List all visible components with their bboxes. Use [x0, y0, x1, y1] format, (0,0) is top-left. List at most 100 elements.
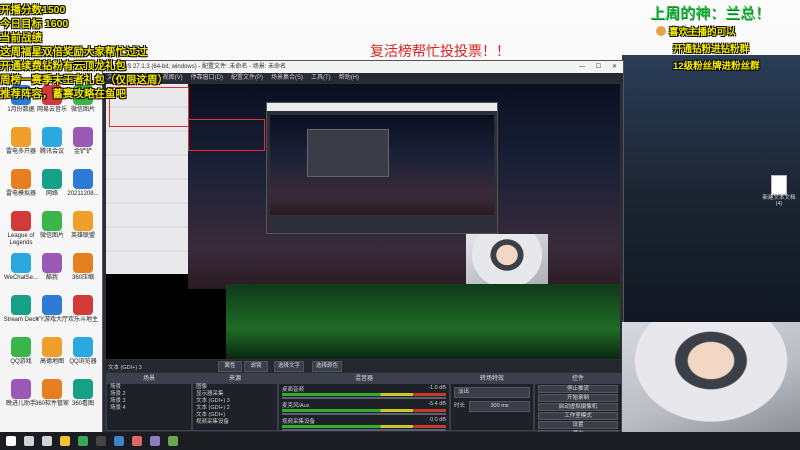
app-icon: [73, 295, 93, 315]
properties-button[interactable]: 属性: [218, 361, 242, 372]
fan-note-3: 12级粉丝牌进粉丝群: [673, 61, 760, 72]
shiba-icon: [656, 26, 666, 36]
search-icon[interactable]: [24, 436, 34, 446]
obs-titlebar[interactable]: OBS 27.1.3 (64-bit, windows) - 配置文件: 未命名…: [103, 61, 623, 73]
volume-slider[interactable]: [282, 413, 446, 415]
app-icon: [42, 211, 62, 231]
desktop-icon[interactable]: 欢乐斗地主: [65, 295, 101, 324]
source-item[interactable]: 视频采集设备: [193, 419, 277, 426]
volume-meter: [282, 409, 446, 412]
start-recording-button[interactable]: 开始录制: [538, 394, 618, 402]
desktop-icon-label: 金铲铲: [73, 149, 92, 155]
desktop-icon-label: 英雄联盟: [70, 233, 95, 239]
volume-slider[interactable]: [282, 397, 446, 399]
minimize-icon[interactable]: —: [579, 61, 585, 73]
transitions-header: 转场特效: [451, 374, 533, 384]
source-toolbar: 文本 (GDI+) 3 属性 滤镜 选择文字 选择颜色: [106, 360, 620, 372]
app-icon: [11, 295, 31, 315]
mixer-track-db: -1.0 dB: [428, 385, 446, 391]
mixer-track: 麦克风/Aux -5.4 dB: [279, 400, 449, 416]
source-item[interactable]: 文本 (GDI+) 2: [193, 405, 277, 412]
menu-item[interactable]: 工具(T): [311, 75, 331, 81]
source-item[interactable]: 图像: [193, 384, 277, 391]
preview-grass: [226, 284, 620, 359]
scene-item[interactable]: 场景 2: [107, 391, 191, 398]
duration-input[interactable]: 300 ms: [469, 401, 530, 412]
desktop-icon[interactable]: 360压缩: [65, 253, 101, 282]
overlay-line: 周榜一赛季末王者礼包（仅限这周）: [0, 74, 168, 86]
task-view-icon[interactable]: [42, 436, 52, 446]
mixer-track: 桌面音频 -1.0 dB: [279, 384, 449, 400]
mixer-track-name: 桌面音频: [282, 387, 305, 393]
menu-item[interactable]: 停靠窗口(D): [191, 75, 223, 81]
chrome-icon[interactable]: [78, 436, 88, 446]
scene-item[interactable]: 场景 4: [107, 405, 191, 412]
vote-banner: 复活榜帮忙投投票！！: [370, 44, 510, 60]
app-icon: [42, 127, 62, 147]
app-icon: [11, 211, 31, 231]
select-color-button[interactable]: 选择颜色: [312, 361, 342, 372]
app-icon: [42, 295, 62, 315]
app-icon: [11, 379, 31, 399]
app-icon[interactable]: [114, 436, 124, 446]
app-icon: [42, 379, 62, 399]
overlay-line: 今日目标 1600: [0, 18, 69, 30]
app-icon[interactable]: [132, 436, 142, 446]
app-icon: [73, 211, 93, 231]
stop-streaming-button[interactable]: 停止推流: [538, 385, 618, 393]
controls-dock: 控件 停止推流开始录制启动虚拟摄像机工作室模式设置退出: [534, 373, 622, 438]
app-icon: [11, 169, 31, 189]
obs-icon[interactable]: [96, 436, 106, 446]
fan-note-2: 开通钻粉进钻粉群: [673, 44, 750, 55]
obs-window[interactable]: OBS 27.1.3 (64-bit, windows) - 配置文件: 未命名…: [102, 60, 624, 438]
virtual-camera-button[interactable]: 启动虚拟摄像机: [538, 403, 618, 411]
app-icon: [73, 379, 93, 399]
desktop-icon[interactable]: 英雄联盟: [65, 211, 101, 240]
studio-mode-button[interactable]: 工作室模式: [538, 412, 618, 420]
desktop-file-icon[interactable]: 新建文本文档 (4): [762, 175, 796, 207]
desktop-icon[interactable]: 360看图: [65, 379, 101, 408]
mixer-track: 视频采集设备 0.0 dB: [279, 416, 449, 432]
preview-overlay-frame-2: [188, 119, 265, 151]
obs-preview[interactable]: [106, 84, 620, 359]
source-item[interactable]: 显示器采集: [193, 391, 277, 398]
menu-item[interactable]: 场景集合(S): [271, 75, 303, 81]
transition-select[interactable]: 淡出: [454, 387, 530, 398]
app-icon[interactable]: [168, 436, 178, 446]
source-item[interactable]: 文本 (GDI+): [193, 412, 277, 419]
transitions-dock: 转场特效 淡出 时长 300 ms: [450, 373, 534, 431]
desktop-file-label: 新建文本文档 (4): [762, 195, 796, 208]
volume-slider[interactable]: [282, 429, 446, 431]
scene-item[interactable]: 场景: [107, 384, 191, 391]
menu-item[interactable]: 配置文件(P): [231, 75, 263, 81]
app-icon[interactable]: [150, 436, 160, 446]
overlay-line: 当前战绩: [0, 32, 42, 44]
app-icon: [42, 169, 62, 189]
sources-dock: 来源 图像 显示器采集 文本 (GDI+) 3 文本 (GDI+) 2 文本 (GDI+…: [192, 373, 278, 431]
mixer-track-db: 0.0 dB: [430, 417, 446, 423]
desktop-icon[interactable]: 金铲铲: [65, 127, 101, 156]
menu-item[interactable]: 帮助(H): [339, 75, 359, 81]
volume-meter: [282, 425, 446, 428]
desktop-icon[interactable]: 20211208...: [65, 169, 101, 198]
mixer-header: 混音器: [279, 374, 449, 384]
explorer-icon[interactable]: [60, 436, 70, 446]
filters-button[interactable]: 滤镜: [244, 361, 268, 372]
maximize-icon[interactable]: ☐: [596, 61, 601, 73]
scene-item[interactable]: 场景 3: [107, 398, 191, 405]
close-icon[interactable]: ✕: [612, 61, 617, 73]
settings-button[interactable]: 设置: [538, 421, 618, 429]
scenes-header: 场景: [107, 374, 191, 384]
desktop-icon-label: 360压缩: [71, 275, 94, 281]
select-text-button[interactable]: 选择文字: [274, 361, 304, 372]
taskbar: [0, 432, 800, 450]
preview-nested-obs: [266, 102, 498, 234]
obs-title-text: OBS 27.1.3 (64-bit, windows) - 配置文件: 未命名…: [118, 64, 287, 70]
desktop-icon-label: 微信图片: [70, 107, 95, 113]
volume-meter: [282, 393, 446, 396]
start-icon[interactable]: [6, 436, 16, 446]
desktop-icon-label: 欢乐斗地主: [67, 317, 98, 323]
app-icon: [11, 127, 31, 147]
desktop-icon[interactable]: QQ浏览器: [65, 337, 101, 366]
source-item[interactable]: 文本 (GDI+) 3: [193, 398, 277, 405]
